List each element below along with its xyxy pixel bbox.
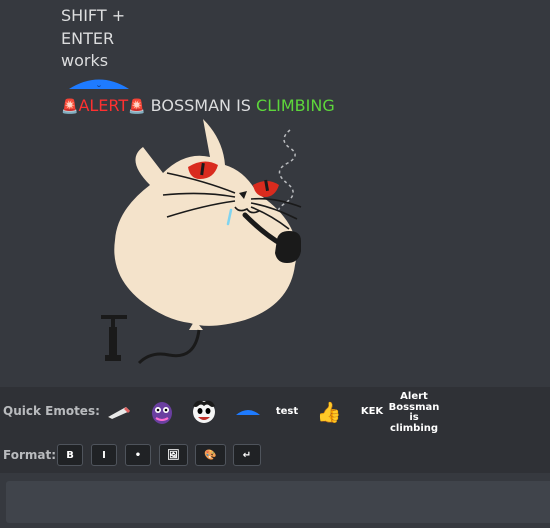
format-label: Format: xyxy=(3,448,57,462)
message-text: SHIFT + ENTER works xyxy=(61,6,126,70)
quick-emote-kek[interactable]: KEK xyxy=(356,395,388,429)
chat-input[interactable] xyxy=(6,481,550,523)
palette-icon: 🎨 xyxy=(204,449,217,461)
alert-word: ALERT xyxy=(78,96,129,115)
chat-input-area xyxy=(0,473,550,528)
cartoon-face-emote-icon xyxy=(193,400,215,423)
image-icon: 🖼 xyxy=(167,449,180,461)
italic-button[interactable]: I xyxy=(91,444,117,466)
quick-emotes-label: Quick Emotes: xyxy=(3,404,100,418)
pencil-emote-icon xyxy=(108,407,130,419)
emote-toolbar: Quick Emotes: test 👍 KEK Alert Bossman i… xyxy=(0,387,550,473)
siren-icon: 🚨 xyxy=(61,99,79,115)
quick-emote-test[interactable]: test xyxy=(272,395,302,429)
quick-emote-cartoon-face[interactable] xyxy=(189,395,219,429)
quick-emote-purple-creature[interactable] xyxy=(146,395,178,429)
color-button[interactable]: 🎨 xyxy=(195,444,226,466)
alert-middle: BOSSMAN IS xyxy=(150,96,251,115)
newline-button[interactable]: ↵ xyxy=(233,444,261,466)
chat-messages: SHIFT + ENTER works ᴗ 🚨ALERT🚨 BOSSMAN IS… xyxy=(0,0,550,387)
thumbs-up-emote-icon: 👍 xyxy=(316,399,342,424)
purple-creature-emote-icon xyxy=(152,402,172,424)
svg-text:ᴗ: ᴗ xyxy=(97,82,101,89)
balloon-cat-image xyxy=(101,119,302,365)
bullet-button[interactable]: • xyxy=(125,444,151,466)
blue-cap-emote-icon xyxy=(236,410,260,415)
alert-highlight: CLIMBING xyxy=(256,96,335,115)
blue-cap-emote-icon: ᴗ xyxy=(69,79,129,89)
quick-emote-alert-bossman[interactable]: Alert Bossman is climbing xyxy=(389,391,440,434)
image-button[interactable]: 🖼 xyxy=(159,444,188,466)
quick-emote-pencil[interactable] xyxy=(103,395,135,429)
quick-emote-blue-cap[interactable] xyxy=(233,395,263,429)
bold-button[interactable]: B xyxy=(57,444,83,466)
quick-emote-thumbs-up[interactable]: 👍 xyxy=(314,395,344,429)
